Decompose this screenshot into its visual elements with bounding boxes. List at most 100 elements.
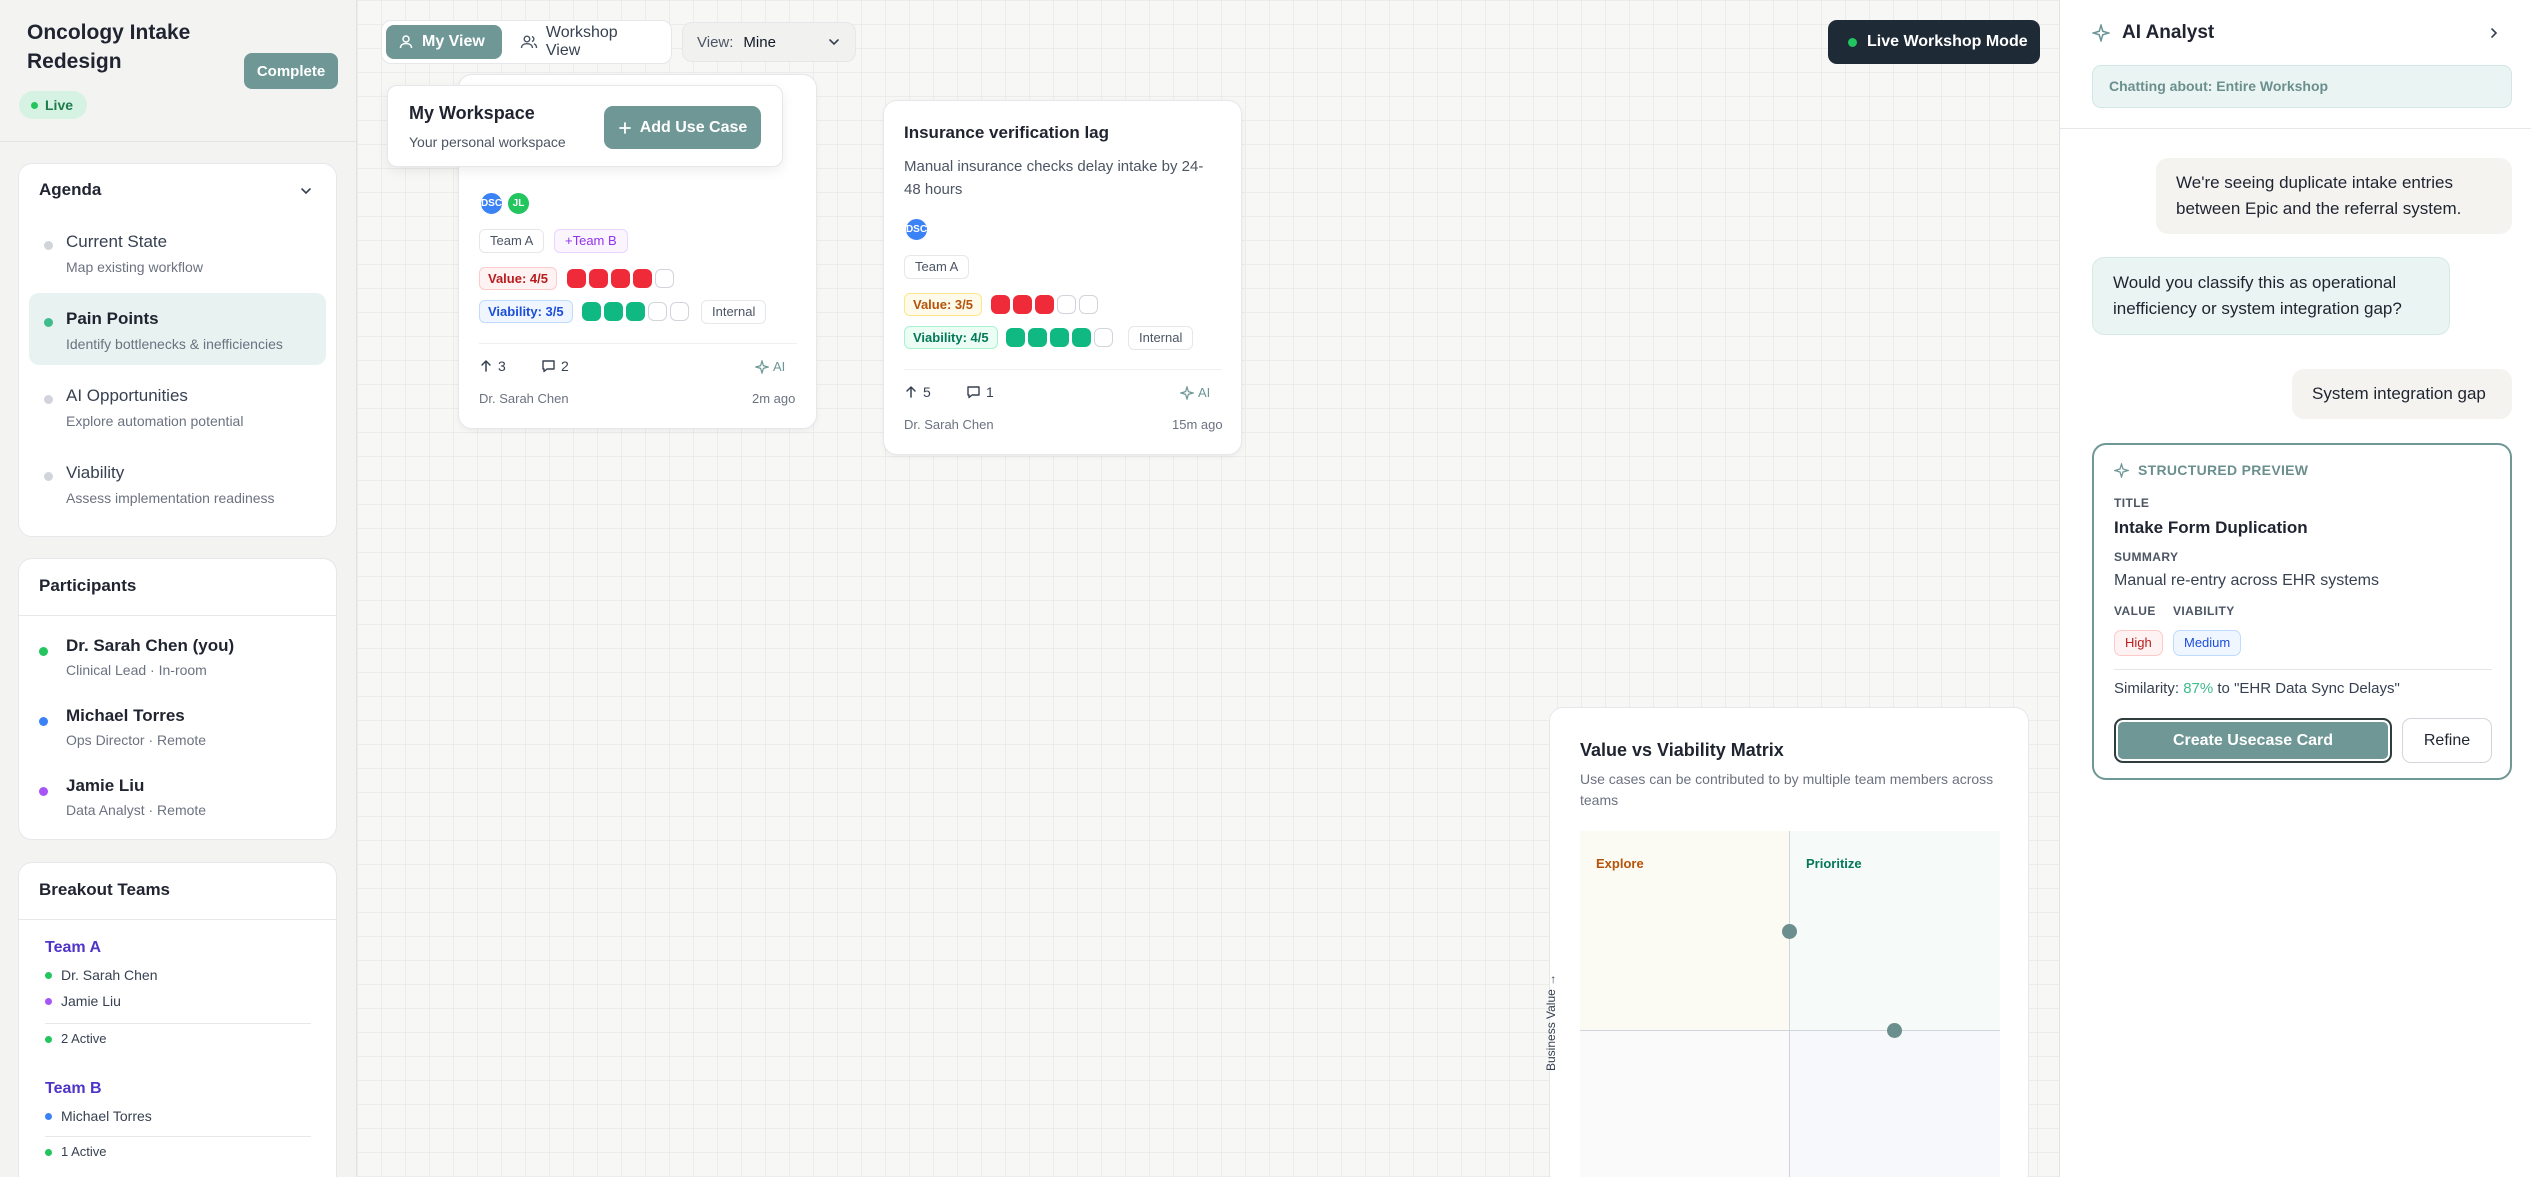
axis-vertical [1789, 831, 1790, 1177]
card-time: 2m ago [752, 391, 796, 406]
card-author: Dr. Sarah Chen [479, 391, 569, 406]
rating-square[interactable] [567, 269, 586, 288]
viability-badge: Medium [2173, 630, 2242, 656]
agenda-item-desc: Map existing workflow [66, 259, 203, 275]
rating-square[interactable] [1028, 328, 1047, 347]
comment-button[interactable]: 2 [541, 358, 569, 374]
preview-title: Intake Form Duplication [2114, 518, 2308, 537]
agenda-item-pain-points[interactable]: Pain Points Identify bottlenecks & ineff… [29, 293, 326, 365]
value-rating[interactable] [991, 295, 1098, 314]
sparkle-icon [1180, 385, 1194, 400]
rating-square[interactable] [1072, 328, 1091, 347]
card-time: 15m ago [1172, 417, 1223, 432]
add-use-case-button[interactable]: Add Use Case [604, 106, 761, 149]
matrix-plot: Explore Prioritize Business Value → [1544, 831, 2000, 1177]
rating-square[interactable] [670, 302, 689, 321]
workspace-title: My Workspace [409, 103, 535, 123]
use-case-card[interactable]: Insurance verification lag Manual insura… [883, 100, 1242, 455]
rating-square[interactable] [1050, 328, 1069, 347]
ai-analyst-title: AI Analyst [2122, 22, 2215, 43]
divider [2060, 128, 2531, 129]
users-icon [520, 35, 538, 49]
comment-icon [542, 360, 555, 373]
ai-tag[interactable]: AI [1180, 385, 1210, 400]
agenda-status-dot [44, 472, 53, 481]
upvote-button[interactable]: 5 [904, 384, 931, 400]
upvote-button[interactable]: 3 [479, 358, 506, 374]
rating-square[interactable] [611, 269, 630, 288]
arrow-up-icon [906, 385, 916, 398]
rating-square[interactable] [1094, 328, 1113, 347]
rating-square[interactable] [1079, 295, 1098, 314]
rating-square[interactable] [1006, 328, 1025, 347]
team-name[interactable]: Team A [45, 939, 101, 957]
view-select[interactable]: View: Mine [682, 22, 856, 62]
participant-row[interactable]: Dr. Sarah Chen (you) Clinical Lead · In-… [39, 636, 319, 686]
team-name[interactable]: Team B [45, 1080, 102, 1098]
complete-button[interactable]: Complete [244, 53, 338, 89]
chevron-down-icon[interactable] [299, 184, 313, 198]
agenda-item-current-state[interactable]: Current State Map existing workflow [29, 216, 326, 288]
agenda-status-dot [44, 318, 53, 327]
rating-square[interactable] [1013, 295, 1032, 314]
rating-square[interactable] [626, 302, 645, 321]
my-view-button[interactable]: My View [386, 25, 502, 59]
rating-square[interactable] [582, 302, 601, 321]
agenda-panel: Agenda Current State Map existing workfl… [18, 163, 337, 537]
agenda-title: Agenda [39, 180, 102, 199]
team-active-count: 2 Active [45, 1031, 107, 1046]
refine-button[interactable]: Refine [2402, 718, 2492, 763]
structured-preview-card: STRUCTURED PREVIEW TITLE Intake Form Dup… [2092, 443, 2512, 780]
workshop-view-button[interactable]: Workshop View [508, 24, 668, 59]
agenda-item-name: Pain Points [66, 309, 159, 328]
ai-analyst-header: AI Analyst [2092, 22, 2214, 44]
comment-button[interactable]: 1 [966, 384, 994, 400]
agenda-item-viability[interactable]: Viability Assess implementation readines… [29, 447, 326, 519]
rating-square[interactable] [1035, 295, 1054, 314]
matrix-point[interactable] [1887, 1023, 1902, 1038]
rating-square[interactable] [633, 269, 652, 288]
matrix-point[interactable] [1782, 924, 1797, 939]
viability-rating[interactable] [582, 302, 689, 321]
ai-tag[interactable]: AI [755, 359, 785, 374]
value-viability-matrix: Value vs Viability Matrix Use cases can … [1544, 707, 2029, 1177]
create-usecase-card-button[interactable]: Create Usecase Card [2114, 718, 2392, 763]
comment-count: 2 [561, 358, 569, 374]
agenda-item-ai-opportunities[interactable]: AI Opportunities Explore automation pote… [29, 370, 326, 442]
card-author: Dr. Sarah Chen [904, 417, 994, 432]
participant-name: Dr. Sarah Chen (you) [66, 636, 235, 655]
ai-analyst-panel: AI Analyst Chatting about: Entire Worksh… [2059, 0, 2531, 1177]
upvote-count: 5 [923, 384, 931, 400]
value-rating[interactable] [567, 269, 674, 288]
rating-square[interactable] [991, 295, 1010, 314]
live-workshop-mode-button[interactable]: Live Workshop Mode [1828, 20, 2040, 64]
sparkle-icon [755, 359, 769, 374]
team-chip: Team A [904, 255, 970, 279]
similarity-text: Similarity: 87% to "EHR Data Sync Delays… [2114, 680, 2400, 697]
matrix-title: Value vs Viability Matrix [1580, 740, 1784, 760]
chevron-right-icon[interactable] [2487, 26, 2501, 40]
rating-square[interactable] [604, 302, 623, 321]
value-badge: High [2114, 630, 2163, 656]
divider [19, 615, 336, 616]
comment-icon [967, 386, 980, 399]
participants-panel: Participants Dr. Sarah Chen (you) Clinic… [18, 558, 337, 840]
rating-square[interactable] [1057, 295, 1076, 314]
rating-square[interactable] [589, 269, 608, 288]
matrix-subtitle: Use cases can be contributed to by multi… [1580, 771, 1994, 808]
rating-square[interactable] [655, 269, 674, 288]
viability-label: VIABILITY [2173, 604, 2235, 618]
rating-square[interactable] [648, 302, 667, 321]
value-score-pill: Value: 4/5 [479, 267, 557, 290]
divider [19, 919, 336, 920]
team-member: Jamie Liu [45, 993, 121, 1009]
participant-row[interactable]: Michael Torres Ops Director · Remote [39, 706, 319, 756]
user-message: We're seeing duplicate intake entries be… [2156, 158, 2512, 234]
viability-rating[interactable] [1006, 328, 1113, 347]
participant-row[interactable]: Jamie Liu Data Analyst · Remote [39, 776, 319, 826]
user-message: System integration gap [2292, 369, 2512, 419]
agenda-item-desc: Explore automation potential [66, 413, 244, 429]
structured-preview-heading: STRUCTURED PREVIEW [2138, 462, 2309, 478]
agenda-item-desc: Assess implementation readiness [66, 490, 275, 506]
agenda-item-name: Viability [66, 463, 125, 482]
